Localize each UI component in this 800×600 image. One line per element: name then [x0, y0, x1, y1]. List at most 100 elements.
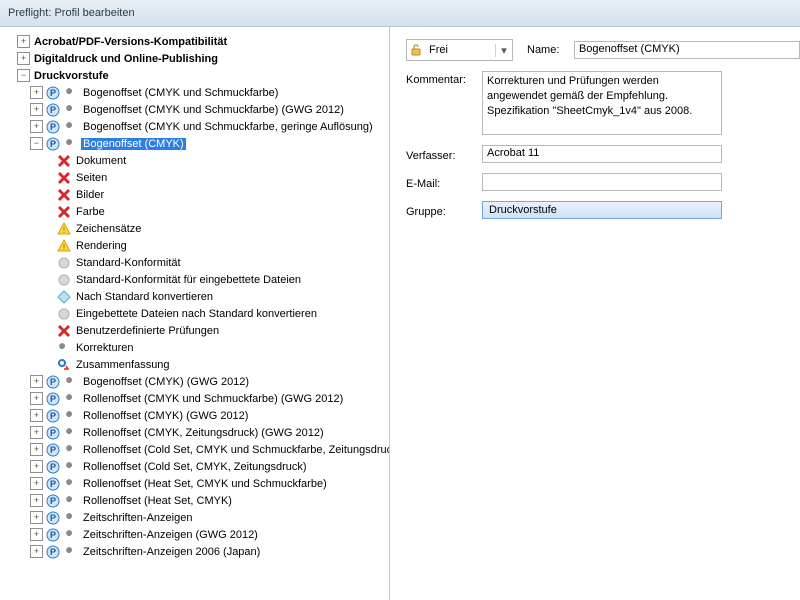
tree-check[interactable]: Bilder — [4, 186, 389, 203]
tree-check[interactable]: Korrekturen — [4, 339, 389, 356]
group-dropdown[interactable]: Druckvorstufe — [482, 201, 722, 219]
expand-icon[interactable]: + — [30, 460, 43, 473]
expand-icon[interactable]: + — [30, 494, 43, 507]
window-title: Preflight: Profil bearbeiten — [8, 7, 135, 19]
wrench-icon — [63, 493, 79, 509]
wrench-icon — [63, 510, 79, 526]
expand-icon[interactable]: + — [30, 545, 43, 558]
expand-icon[interactable]: + — [30, 477, 43, 490]
tree-panel[interactable]: +Acrobat/PDF-Versions-Kompatibilität +Di… — [0, 27, 390, 600]
svg-text:P: P — [50, 513, 56, 523]
tree-check[interactable]: Benutzerdefinierte Prüfungen — [4, 322, 389, 339]
tree-category[interactable]: −Druckvorstufe — [4, 67, 389, 84]
tree-check[interactable]: !Rendering — [4, 237, 389, 254]
profile-p-icon: P — [45, 493, 61, 509]
wrench-icon — [63, 442, 79, 458]
tree-check[interactable]: Nach Standard konvertieren — [4, 288, 389, 305]
svg-text:!: ! — [63, 226, 65, 235]
expand-icon[interactable]: + — [30, 103, 43, 116]
expand-icon[interactable]: + — [30, 426, 43, 439]
tree-check[interactable]: !Zeichensätze — [4, 220, 389, 237]
expand-icon[interactable]: + — [30, 86, 43, 99]
profile-p-icon: P — [45, 102, 61, 118]
comment-label: Kommentar: — [406, 71, 482, 86]
svg-text:P: P — [50, 479, 56, 489]
expand-icon[interactable]: + — [17, 52, 30, 65]
wrench-icon — [63, 136, 79, 152]
profile-p-icon: P — [45, 510, 61, 526]
name-input[interactable]: Bogenoffset (CMYK) — [574, 41, 800, 59]
tree-check[interactable]: Standard-Konformität für eingebettete Da… — [4, 271, 389, 288]
tree-profile[interactable]: +PZeitschriften-Anzeigen — [4, 509, 389, 526]
tree-check[interactable]: Zusammenfassung — [4, 356, 389, 373]
tree-profile[interactable]: +PRollenoffset (CMYK und Schmuckfarbe) (… — [4, 390, 389, 407]
wrench-icon — [63, 425, 79, 441]
tree-profile[interactable]: +PRollenoffset (CMYK) (GWG 2012) — [4, 407, 389, 424]
tree-profile[interactable]: +PBogenoffset (CMYK und Schmuckfarbe) (G… — [4, 101, 389, 118]
profile-p-icon: P — [45, 408, 61, 424]
tree-check[interactable]: Dokument — [4, 152, 389, 169]
expand-icon[interactable]: + — [30, 528, 43, 541]
profile-p-icon: P — [45, 85, 61, 101]
svg-text:P: P — [50, 496, 56, 506]
svg-text:P: P — [50, 394, 56, 404]
tree-profile[interactable]: +PBogenoffset (CMYK und Schmuckfarbe) — [4, 84, 389, 101]
wrench-icon — [63, 408, 79, 424]
wrench-icon — [63, 85, 79, 101]
author-input[interactable]: Acrobat 11 — [482, 145, 722, 163]
comment-textarea[interactable]: Korrekturen und Prüfungen werden angewen… — [482, 71, 722, 135]
lock-dropdown[interactable]: Frei ▾ — [406, 39, 513, 61]
tree-profile[interactable]: +PZeitschriften-Anzeigen 2006 (Japan) — [4, 543, 389, 560]
tree-check[interactable]: Seiten — [4, 169, 389, 186]
wrench-icon — [63, 544, 79, 560]
tree-profile[interactable]: +PRollenoffset (Heat Set, CMYK und Schmu… — [4, 475, 389, 492]
tree-profile[interactable]: +PRollenoffset (Cold Set, CMYK und Schmu… — [4, 441, 389, 458]
svg-text:P: P — [50, 530, 56, 540]
wrench-icon — [63, 119, 79, 135]
tree-category[interactable]: +Digitaldruck und Online-Publishing — [4, 50, 389, 67]
profile-p-icon: P — [45, 442, 61, 458]
tree-profile[interactable]: +PBogenoffset (CMYK und Schmuckfarbe, ge… — [4, 118, 389, 135]
expand-icon[interactable]: + — [30, 409, 43, 422]
expand-icon[interactable]: + — [30, 375, 43, 388]
profile-p-icon: P — [45, 544, 61, 560]
tree-category[interactable]: +Acrobat/PDF-Versions-Kompatibilität — [4, 33, 389, 50]
window-titlebar: Preflight: Profil bearbeiten — [0, 0, 800, 27]
svg-text:P: P — [50, 547, 56, 557]
wrench-icon — [63, 459, 79, 475]
group-label: Gruppe: — [406, 203, 482, 218]
tree-profile[interactable]: +PRollenoffset (Heat Set, CMYK) — [4, 492, 389, 509]
error-icon — [56, 170, 72, 186]
collapse-icon[interactable]: − — [30, 137, 43, 150]
wrench-icon — [56, 340, 72, 356]
tree-check[interactable]: Farbe — [4, 203, 389, 220]
expand-icon[interactable]: + — [17, 35, 30, 48]
svg-text:P: P — [50, 445, 56, 455]
expand-icon[interactable]: + — [30, 392, 43, 405]
tree-profile[interactable]: +PRollenoffset (CMYK, Zeitungsdruck) (GW… — [4, 424, 389, 441]
convert-icon — [56, 289, 72, 305]
tree-check[interactable]: Eingebettete Dateien nach Standard konve… — [4, 305, 389, 322]
profile-p-icon: P — [45, 136, 61, 152]
profile-p-icon: P — [45, 374, 61, 390]
error-icon — [56, 204, 72, 220]
tree-profile[interactable]: +PBogenoffset (CMYK) (GWG 2012) — [4, 373, 389, 390]
main-split: +Acrobat/PDF-Versions-Kompatibilität +Di… — [0, 27, 800, 600]
summary-icon — [56, 357, 72, 373]
profile-p-icon: P — [45, 119, 61, 135]
tree-check[interactable]: Standard-Konformität — [4, 254, 389, 271]
inactive-icon — [56, 306, 72, 322]
collapse-icon[interactable]: − — [17, 69, 30, 82]
expand-icon[interactable]: + — [30, 511, 43, 524]
tree-profile[interactable]: +PRollenoffset (Cold Set, CMYK, Zeitungs… — [4, 458, 389, 475]
chevron-down-icon: ▾ — [495, 44, 512, 57]
svg-text:P: P — [50, 139, 56, 149]
profile-p-icon: P — [45, 527, 61, 543]
expand-icon[interactable]: + — [30, 443, 43, 456]
svg-text:P: P — [50, 377, 56, 387]
tree-profile[interactable]: +PZeitschriften-Anzeigen (GWG 2012) — [4, 526, 389, 543]
tree-profile-selected[interactable]: −PBogenoffset (CMYK) — [4, 135, 389, 152]
expand-icon[interactable]: + — [30, 120, 43, 133]
email-input[interactable] — [482, 173, 722, 191]
wrench-icon — [63, 102, 79, 118]
